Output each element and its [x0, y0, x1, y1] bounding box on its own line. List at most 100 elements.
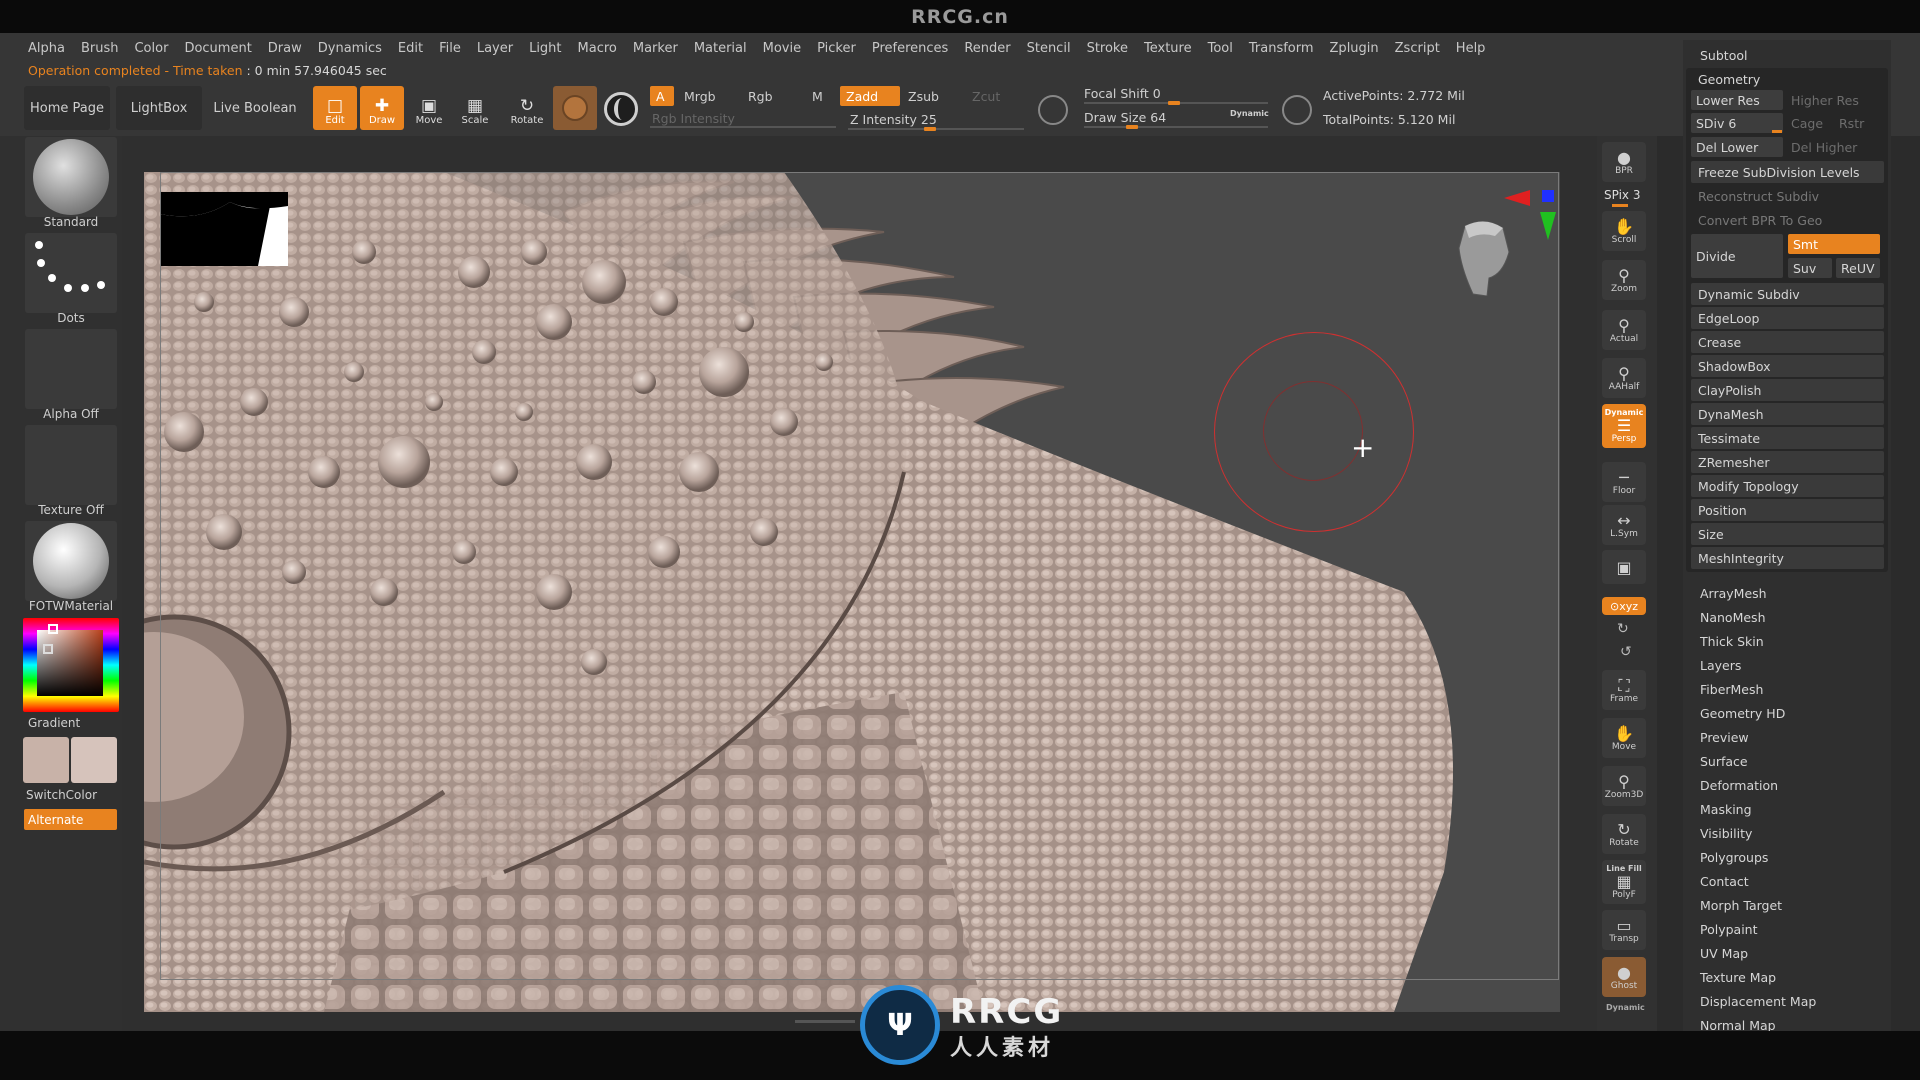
lsym-button[interactable]: ↔ L.Sym — [1602, 505, 1646, 545]
stroke-selector[interactable] — [25, 233, 117, 313]
section-polygroups[interactable]: Polygroups — [1700, 846, 1880, 868]
section-layers[interactable]: Layers — [1700, 654, 1880, 676]
zadd-toggle[interactable]: Zadd — [840, 86, 900, 106]
menu-render[interactable]: Render — [956, 41, 1018, 56]
geometry-modify-topology[interactable]: Modify Topology — [1691, 475, 1884, 497]
menu-picker[interactable]: Picker — [809, 41, 864, 56]
section-contact[interactable]: Contact — [1700, 870, 1880, 892]
aahalf-button[interactable]: ⚲ AAHalf — [1602, 358, 1646, 398]
cage-button[interactable]: Cage — [1786, 113, 1832, 133]
menu-light[interactable]: Light — [521, 41, 569, 56]
ghost-button[interactable]: ● Ghost — [1602, 957, 1646, 997]
section-visibility[interactable]: Visibility — [1700, 822, 1880, 844]
alternate-button[interactable]: Alternate — [24, 809, 117, 830]
geometry-dynamesh[interactable]: DynaMesh — [1691, 403, 1884, 425]
menu-tool[interactable]: Tool — [1200, 41, 1241, 56]
menu-document[interactable]: Document — [176, 41, 259, 56]
zoom-button[interactable]: ⚲ Zoom — [1602, 260, 1646, 300]
geometry-meshintegrity[interactable]: MeshIntegrity — [1691, 547, 1884, 569]
xyz-button[interactable]: ⊙xyz — [1602, 597, 1646, 615]
section-deformation[interactable]: Deformation — [1700, 774, 1880, 796]
menu-marker[interactable]: Marker — [625, 41, 686, 56]
section-preview[interactable]: Preview — [1700, 726, 1880, 748]
color-picker-square[interactable] — [37, 630, 103, 696]
lock-button[interactable]: ▣ — [1602, 550, 1646, 584]
spix-slider-knob[interactable] — [1612, 204, 1628, 207]
rotate-button[interactable]: ↻ Rotate — [505, 86, 549, 130]
menu-brush[interactable]: Brush — [73, 41, 127, 56]
menu-material[interactable]: Material — [686, 41, 755, 56]
section-morph-target[interactable]: Morph Target — [1700, 894, 1880, 916]
document-canvas[interactable] — [144, 172, 1560, 1012]
menu-transform[interactable]: Transform — [1241, 41, 1322, 56]
material-swirl-button[interactable] — [604, 92, 638, 126]
zoom3d-button[interactable]: ⚲ Zoom3D — [1602, 766, 1646, 806]
main-color-swatch[interactable] — [23, 737, 69, 783]
menu-alpha[interactable]: Alpha — [20, 41, 73, 56]
geometry-header[interactable]: Geometry — [1698, 68, 1878, 90]
geometry-crease[interactable]: Crease — [1691, 331, 1884, 353]
menu-texture[interactable]: Texture — [1136, 41, 1200, 56]
sdiv-slider[interactable]: SDiv 6 — [1691, 113, 1783, 133]
menu-preferences[interactable]: Preferences — [864, 41, 956, 56]
menu-draw[interactable]: Draw — [260, 41, 310, 56]
menu-help[interactable]: Help — [1448, 41, 1494, 56]
subtool-header[interactable]: Subtool — [1700, 44, 1880, 66]
dynamic-toggle[interactable]: Dynamic — [1230, 109, 1269, 118]
rstr-button[interactable]: Rstr — [1834, 113, 1882, 133]
sdiv-knob[interactable] — [1772, 130, 1782, 133]
mrgb-toggle[interactable]: Mrgb — [678, 86, 738, 106]
rotate-z-icon[interactable]: ↺ — [1620, 644, 1632, 660]
canvas-scrollbar[interactable] — [795, 1020, 855, 1023]
section-polypaint[interactable]: Polypaint — [1700, 918, 1880, 940]
brush-sphere-button[interactable] — [553, 86, 597, 130]
lower-res-button[interactable]: Lower Res — [1691, 90, 1783, 110]
geometry-edgeloop[interactable]: EdgeLoop — [1691, 307, 1884, 329]
brush-selector[interactable] — [25, 137, 117, 217]
z-intensity-track[interactable] — [848, 128, 1024, 130]
section-geometry-hd[interactable]: Geometry HD — [1700, 702, 1880, 724]
rgb-intensity-track[interactable] — [650, 126, 836, 128]
polyf-button[interactable]: Line Fill ▦ PolyF — [1602, 860, 1646, 904]
section-surface[interactable]: Surface — [1700, 750, 1880, 772]
section-masking[interactable]: Masking — [1700, 798, 1880, 820]
scroll-button[interactable]: ✋ Scroll — [1602, 211, 1646, 251]
geometry-position[interactable]: Position — [1691, 499, 1884, 521]
reconstruct-subdiv-button[interactable]: Reconstruct Subdiv — [1691, 185, 1884, 207]
menu-edit[interactable]: Edit — [390, 41, 431, 56]
geometry-size[interactable]: Size — [1691, 523, 1884, 545]
color-picker-ring[interactable] — [23, 618, 119, 712]
reuv-toggle[interactable]: ReUV — [1836, 258, 1880, 278]
geometry-claypolish[interactable]: ClayPolish — [1691, 379, 1884, 401]
freeze-subdivision-button[interactable]: Freeze SubDivision Levels — [1691, 161, 1884, 183]
menu-color[interactable]: Color — [126, 41, 176, 56]
menu-layer[interactable]: Layer — [469, 41, 521, 56]
focal-shift-icon[interactable] — [1038, 95, 1068, 125]
a-toggle[interactable]: A — [650, 86, 674, 106]
hue-marker[interactable] — [48, 624, 58, 634]
menu-stroke[interactable]: Stroke — [1079, 41, 1136, 56]
menu-macro[interactable]: Macro — [570, 41, 625, 56]
section-texture-map[interactable]: Texture Map — [1700, 966, 1880, 988]
switch-color-button[interactable]: SwitchColor — [26, 788, 118, 802]
section-nanomesh[interactable]: NanoMesh — [1700, 606, 1880, 628]
rgb-intensity-slider[interactable]: Rgb Intensity — [646, 108, 826, 128]
edit-button[interactable]: □ Edit — [313, 86, 357, 130]
persp-button[interactable]: Dynamic ☰ Persp — [1602, 404, 1646, 448]
lightbox-button[interactable]: LightBox — [116, 86, 202, 130]
rgb-toggle[interactable]: Rgb — [742, 86, 802, 106]
move-button[interactable]: ▣ Move — [407, 86, 451, 130]
section-thick-skin[interactable]: Thick Skin — [1700, 630, 1880, 652]
draw-size-knob[interactable] — [1126, 125, 1138, 129]
orientation-gizmo[interactable] — [1453, 216, 1517, 297]
scale-button[interactable]: ▦ Scale — [453, 86, 497, 130]
smt-toggle[interactable]: Smt — [1788, 234, 1880, 254]
secondary-color-swatch[interactable] — [71, 737, 117, 783]
menu-file[interactable]: File — [431, 41, 469, 56]
m-toggle[interactable]: M — [806, 86, 836, 106]
higher-res-button[interactable]: Higher Res — [1786, 90, 1882, 110]
section-arraymesh[interactable]: ArrayMesh — [1700, 582, 1880, 604]
geometry-dynamic-subdiv[interactable]: Dynamic Subdiv — [1691, 283, 1884, 305]
move-view-button[interactable]: ✋ Move — [1602, 718, 1646, 758]
rotate-view-button[interactable]: ↻ Rotate — [1602, 814, 1646, 854]
